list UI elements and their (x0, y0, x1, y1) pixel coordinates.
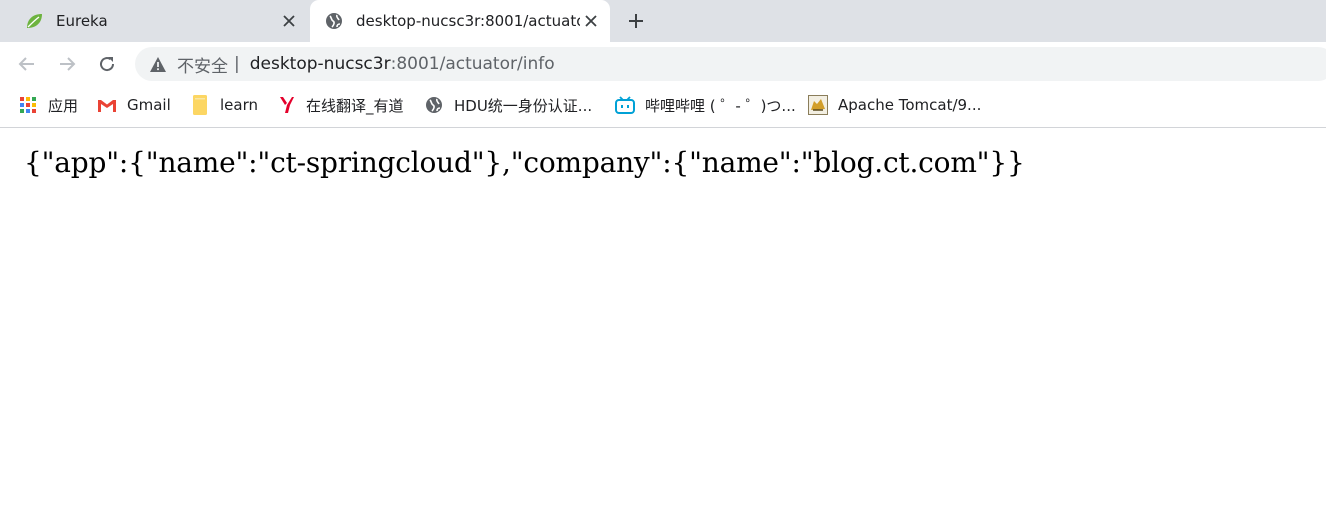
json-response: {"app":{"name":"ct-springcloud"},"compan… (24, 146, 1025, 179)
tab-eureka[interactable]: Eureka (0, 0, 308, 42)
globe-icon (424, 95, 444, 115)
close-tab-icon[interactable] (278, 10, 300, 32)
security-separator: | (234, 54, 240, 74)
bookmark-youdao[interactable]: 在线翻译_有道 (276, 94, 404, 116)
new-tab-button[interactable] (622, 7, 650, 35)
globe-icon (324, 11, 344, 31)
folder-icon (190, 95, 210, 115)
bookmark-label: Gmail (127, 96, 171, 114)
spring-leaf-icon (24, 11, 44, 31)
back-button[interactable] (13, 50, 41, 78)
tab-strip: Eureka desktop-nucsc3r:8001/actuator/inf… (0, 0, 1326, 42)
url-host: desktop-nucsc3r (249, 54, 391, 74)
warning-icon[interactable] (150, 56, 166, 72)
bookmark-apps[interactable]: 应用 (18, 94, 78, 116)
gmail-icon (97, 95, 117, 115)
tab-title: Eureka (56, 12, 108, 30)
bookmark-label: 在线翻译_有道 (306, 96, 404, 115)
arrow-right-icon (60, 57, 76, 71)
bookmark-label: 哔哩哔哩 ( ゜- ゜)つ... (645, 96, 796, 115)
address-bar[interactable]: 不安全 | desktop-nucsc3r:8001/actuator/info (135, 47, 1326, 81)
youdao-icon (276, 95, 296, 115)
bookmark-hdu[interactable]: HDU统一身份认证... (424, 94, 592, 116)
close-tab-icon[interactable] (580, 10, 602, 32)
bookmark-learn[interactable]: learn (190, 94, 258, 116)
bookmark-tomcat[interactable]: Apache Tomcat/9... (808, 94, 981, 116)
bookmark-bilibili[interactable]: 哔哩哔哩 ( ゜- ゜)つ... (615, 94, 796, 116)
forward-button[interactable] (53, 50, 81, 78)
bookmarks-bar: 应用 Gmail learn 在线翻译_有道 HDU统一身份认证... 哔哩哔哩… (0, 86, 1326, 128)
bookmark-label: Apache Tomcat/9... (838, 96, 982, 114)
bookmark-label: learn (220, 96, 258, 114)
page-content: {"app":{"name":"ct-springcloud"},"compan… (24, 146, 1025, 179)
browser-toolbar: 不安全 | desktop-nucsc3r:8001/actuator/info (0, 42, 1326, 86)
url-path: :8001/actuator/info (390, 54, 555, 74)
tab-actuator-info[interactable]: desktop-nucsc3r:8001/actuator/info (310, 0, 610, 42)
tomcat-icon (808, 95, 828, 115)
reload-icon (100, 57, 115, 72)
arrow-left-icon (18, 57, 34, 71)
bilibili-icon (615, 95, 635, 115)
tab-title: desktop-nucsc3r:8001/actuator/info (356, 12, 580, 30)
bookmark-label: 应用 (48, 96, 79, 115)
bookmark-gmail[interactable]: Gmail (97, 94, 171, 116)
bookmark-label: HDU统一身份认证... (454, 96, 593, 115)
apps-grid-icon (18, 95, 38, 115)
security-label[interactable]: 不安全 (177, 52, 228, 77)
reload-button[interactable] (93, 50, 121, 78)
